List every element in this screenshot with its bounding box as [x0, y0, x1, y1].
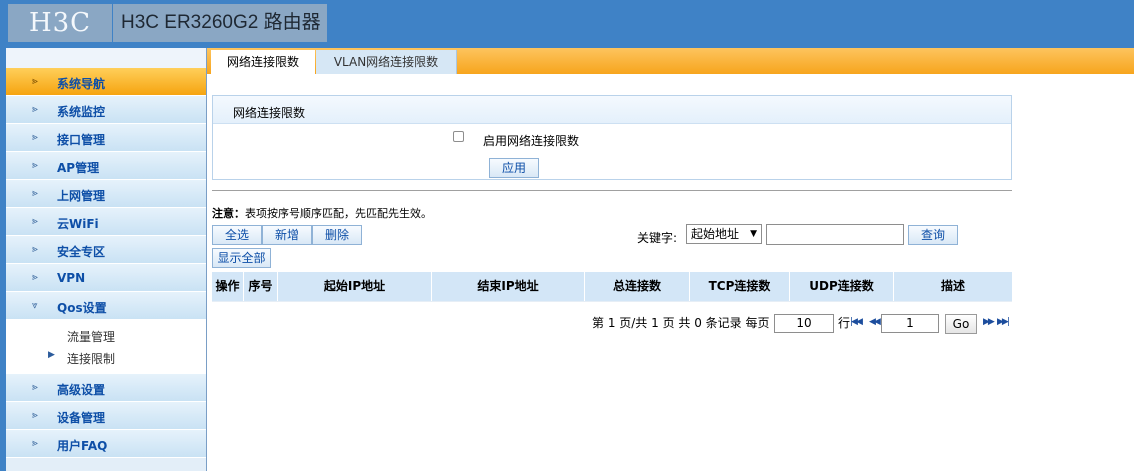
query-button[interactable]: 查询: [908, 225, 958, 245]
go-button[interactable]: Go: [945, 314, 977, 334]
show-all-button[interactable]: 显示全部: [212, 248, 271, 268]
notice-text: 注意：表项按序号顺序匹配，先匹配先生效。: [212, 205, 432, 221]
rows-unit: 行: [838, 316, 851, 330]
table-header: 操作 序号 起始IP地址 结束IP地址 总连接数 TCP连接数 UDP连接数 描…: [212, 272, 1012, 301]
sidebar-item-label: 设备管理: [57, 411, 106, 425]
column-header-action: 操作: [212, 272, 244, 301]
select-all-button[interactable]: 全选: [212, 225, 262, 245]
tab-vlan-connection-limit[interactable]: VLAN网络连接限数: [316, 50, 457, 74]
arrow-right-icon: ⪢: [32, 382, 38, 393]
panel-title: 网络连接限数: [233, 106, 306, 120]
column-header-tcp: TCP连接数: [690, 272, 790, 301]
column-header-total: 总连接数: [585, 272, 690, 301]
column-header-end-ip: 结束IP地址: [432, 272, 585, 301]
enable-limit-label: 启用网络连接限数: [483, 134, 580, 148]
sidebar-item-label: VPN: [57, 271, 86, 285]
sidebar-item-label: 云WiFi: [57, 217, 99, 231]
keyword-label: 关键字:: [637, 231, 678, 245]
per-page-input[interactable]: 10: [774, 314, 834, 333]
sidebar-item-qos[interactable]: ⩔ Qos设置: [6, 292, 206, 320]
sidebar-item-label: 安全专区: [57, 245, 106, 259]
pager-summary: 第 1 页/共 1 页 共 0 条记录 每页: [592, 316, 770, 330]
device-title: H3C ER3260G2 路由器: [121, 12, 321, 33]
sidebar-item-label: Qos设置: [57, 301, 107, 315]
apply-button[interactable]: 应用: [489, 158, 539, 178]
arrow-right-icon: ⪢: [32, 410, 38, 421]
notice-prefix: 注意：: [212, 207, 245, 220]
arrow-right-icon: ⪢: [32, 272, 38, 283]
caret-down-icon: ▼: [750, 229, 757, 239]
sidebar-item-faq[interactable]: ⪢ 用户FAQ: [6, 430, 206, 458]
column-header-index: 序号: [244, 272, 278, 301]
page-number-input[interactable]: 1: [881, 314, 939, 333]
sidebar-item-label: 上网管理: [57, 189, 106, 203]
sidebar-subitem-label: 流量管理: [67, 330, 116, 344]
column-header-start-ip: 起始IP地址: [278, 272, 432, 301]
prev-page-icon[interactable]: ◀◀: [869, 317, 881, 327]
h3c-logo: H3C: [8, 4, 112, 42]
tab-bar: 网络连接限数 VLAN网络连接限数: [207, 48, 1134, 74]
title-container: H3C ER3260G2 路由器: [113, 4, 327, 42]
sidebar-item-internet[interactable]: ⪢ 上网管理: [6, 180, 206, 208]
divider: [212, 190, 1012, 191]
main-content: 网络连接限数 VLAN网络连接限数 网络连接限数 启用网络连接限数 应用 注意：…: [207, 48, 1134, 471]
column-header-desc: 描述: [940, 279, 965, 293]
sidebar: ⪢ 系统导航 ⪢ 系统监控 ⪢ 接口管理 ⪢ AP管理 ⪢ 上网管理 ⪢ 云Wi…: [0, 48, 207, 471]
arrow-right-icon: ⪢: [32, 438, 38, 449]
arrow-right-icon: ⪢: [32, 132, 38, 143]
next-page-icon[interactable]: ▶▶: [983, 317, 995, 327]
current-marker-icon: ▶: [48, 350, 55, 360]
sidebar-item-ap[interactable]: ⪢ AP管理: [6, 152, 206, 180]
sidebar-item-vpn[interactable]: ⪢ VPN: [6, 264, 206, 292]
arrow-down-icon: ⩔: [32, 300, 38, 311]
tab-network-connection-limit[interactable]: 网络连接限数: [211, 50, 315, 74]
sidebar-item-advanced[interactable]: ⪢ 高级设置: [6, 374, 206, 402]
keyword-select-value: 起始地址: [691, 227, 740, 241]
sidebar-item-interface[interactable]: ⪢ 接口管理: [6, 124, 206, 152]
connection-limit-table: 操作 序号 起始IP地址 结束IP地址 总连接数 TCP连接数 UDP连接数 描…: [212, 272, 1012, 302]
first-page-icon[interactable]: |◀◀: [850, 317, 863, 327]
add-button[interactable]: 新增: [262, 225, 312, 245]
sidebar-subitem-connection-limit[interactable]: ▶ 连接限制: [6, 346, 206, 368]
arrow-right-icon: ⪢: [32, 188, 38, 199]
sidebar-top-spacer: [6, 48, 206, 68]
last-page-icon[interactable]: ▶▶|: [997, 317, 1010, 327]
connection-limit-panel: 网络连接限数 启用网络连接限数 应用: [212, 95, 1012, 180]
table-bottom-line: [212, 301, 1012, 302]
app-header: H3C H3C ER3260G2 路由器: [0, 0, 1134, 48]
arrow-right-icon: ⪢: [32, 216, 38, 227]
sidebar-item-label: 系统监控: [57, 105, 106, 119]
sidebar-item-label: 高级设置: [57, 383, 106, 397]
notice-body: 表项按序号顺序匹配，先匹配先生效。: [245, 207, 432, 220]
keyword-select[interactable]: 起始地址 ▼: [686, 224, 762, 244]
sidebar-item-label: 用户FAQ: [57, 439, 108, 453]
delete-button[interactable]: 删除: [312, 225, 362, 245]
sidebar-subitem-traffic[interactable]: 流量管理: [6, 324, 206, 346]
sidebar-item-label: 接口管理: [57, 133, 106, 147]
arrow-right-icon: ⪢: [32, 104, 38, 115]
sidebar-item-label: 系统导航: [57, 77, 106, 91]
enable-limit-checkbox[interactable]: [453, 131, 464, 142]
arrow-right-icon: ⪢: [32, 76, 38, 87]
column-header-udp: UDP连接数: [790, 272, 894, 301]
arrow-right-icon: ⪢: [32, 244, 38, 255]
keyword-input[interactable]: [766, 224, 904, 245]
sidebar-item-system-nav[interactable]: ⪢ 系统导航: [6, 68, 206, 96]
sidebar-item-cloud-wifi[interactable]: ⪢ 云WiFi: [6, 208, 206, 236]
panel-header: 网络连接限数: [213, 96, 1011, 124]
arrow-right-icon: ⪢: [32, 160, 38, 171]
sidebar-subitem-label: 连接限制: [67, 352, 116, 366]
sidebar-item-label: AP管理: [57, 161, 100, 175]
sidebar-item-security[interactable]: ⪢ 安全专区: [6, 236, 206, 264]
qos-submenu: 流量管理 ▶ 连接限制: [6, 320, 206, 374]
sidebar-item-system-monitor[interactable]: ⪢ 系统监控: [6, 96, 206, 124]
sidebar-item-device[interactable]: ⪢ 设备管理: [6, 402, 206, 430]
